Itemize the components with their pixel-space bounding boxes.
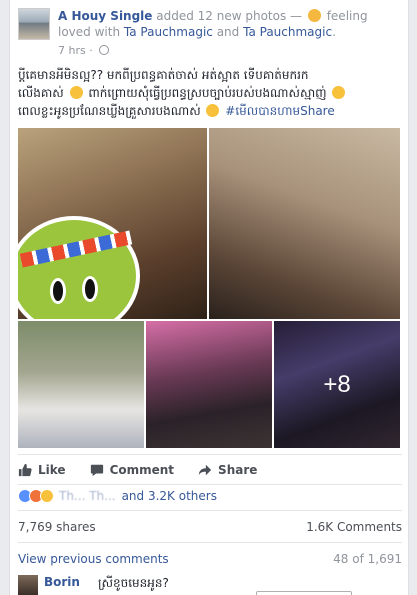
post-meta: 7 hrs · xyxy=(58,44,110,57)
post-actions: Like Comment Share xyxy=(18,458,402,482)
post-text-line-2b: ពាក់ព្រោយសុំធ្វើប្រពន្ធស្របច្បាប់របស់បងណ… xyxy=(88,86,327,100)
tagged-user-1[interactable]: Ta Pauchmagic xyxy=(124,25,213,39)
crying-emoji-icon xyxy=(206,104,220,117)
comment-text: ស្រីខូចមេនអូន? xyxy=(98,576,169,590)
comment-button[interactable]: Comment xyxy=(90,463,174,477)
shares-count[interactable]: 7,769 shares xyxy=(18,520,96,534)
commenter-avatar[interactable] xyxy=(18,575,38,595)
photo-3[interactable] xyxy=(18,321,144,448)
comment-label: Comment xyxy=(109,463,175,477)
author-name[interactable]: A Houy Single xyxy=(58,9,152,23)
photo-5[interactable]: +8 xyxy=(274,321,400,448)
comment-icon xyxy=(90,464,103,477)
post-action: added 12 new photos — xyxy=(156,9,303,23)
post-body: ប្តីគេមានអីមិនល្អ?? មកពីប្រពន្ធគាត់ចាស់ … xyxy=(18,66,404,120)
post-headline: A Houy Single added 12 new photos — feel… xyxy=(58,8,403,40)
photo-grid: +8 xyxy=(18,128,402,448)
photo-2[interactable] xyxy=(209,128,400,319)
share-arrow-icon xyxy=(198,464,212,476)
comment-popup-edge xyxy=(256,591,352,595)
divider xyxy=(18,454,402,455)
like-button[interactable]: Like xyxy=(18,463,66,477)
smile-emoji-icon xyxy=(69,86,83,99)
comments-nav: View previous comments 48 of 1,691 xyxy=(18,552,402,566)
post-text-line-2: លើងគាស់ ពាក់ព្រោយសុំធ្វើប្រពន្ធស្របច្បាប… xyxy=(18,84,404,102)
comments-position: 48 of 1,691 xyxy=(333,552,402,566)
photo-1[interactable] xyxy=(18,128,207,319)
with-prefix: with xyxy=(94,25,121,39)
more-photos-count[interactable]: +8 xyxy=(274,321,400,448)
heart-eyes-emoji-icon xyxy=(332,86,346,99)
divider xyxy=(18,484,402,485)
tagged-user-2[interactable]: Ta Pauchmagic xyxy=(243,25,332,39)
like-label: Like xyxy=(38,463,66,477)
post-text-line-3a: ពេលខ្លះអូនប្រណែនឃ្លីងគ្រួសារបងណាស់ xyxy=(18,104,201,118)
and-word: and xyxy=(216,25,240,39)
share-button[interactable]: Share xyxy=(198,463,257,477)
wow-reaction-icon xyxy=(40,489,54,503)
post-header: A Houy Single added 12 new photos — feel… xyxy=(18,8,403,60)
divider xyxy=(18,542,402,543)
reaction-others[interactable]: and 3.2K others xyxy=(122,489,217,503)
reactions-summary[interactable]: Th... Th... and 3.2K others xyxy=(18,487,402,505)
hashtag-link[interactable]: #មើលបានហាមShare xyxy=(225,104,334,118)
photo-4[interactable] xyxy=(146,321,272,448)
post-timestamp[interactable]: 7 hrs · xyxy=(58,44,93,57)
commenter-name[interactable]: Borin xyxy=(44,575,80,589)
divider xyxy=(18,510,402,511)
share-label: Share xyxy=(218,463,258,477)
post-card: A Houy Single added 12 new photos — feel… xyxy=(9,0,409,595)
view-previous-comments-link[interactable]: View previous comments xyxy=(18,552,169,566)
feeling-emoji-icon xyxy=(307,9,321,22)
author-avatar[interactable] xyxy=(18,8,50,40)
post-text-line-2a: លើងគាស់ xyxy=(18,86,64,100)
thumbs-up-icon xyxy=(18,463,32,477)
globe-icon xyxy=(99,45,110,55)
reaction-names[interactable]: Th... Th... xyxy=(59,489,116,503)
post-text-line-3: ពេលខ្លះអូនប្រណែនឃ្លីងគ្រួសារបងណាស់ #មើលប… xyxy=(18,102,404,120)
comment-item: Borin ស្រីខូចមេនអូន? xyxy=(18,573,402,595)
sticker-icon xyxy=(18,216,140,319)
post-text-line-1: ប្តីគេមានអីមិនល្អ?? មកពីប្រពន្ធគាត់ចាស់ … xyxy=(18,68,309,82)
comments-count[interactable]: 1.6K Comments xyxy=(306,520,402,534)
post-stats: 7,769 shares 1.6K Comments xyxy=(18,520,402,534)
period: . xyxy=(332,25,336,39)
